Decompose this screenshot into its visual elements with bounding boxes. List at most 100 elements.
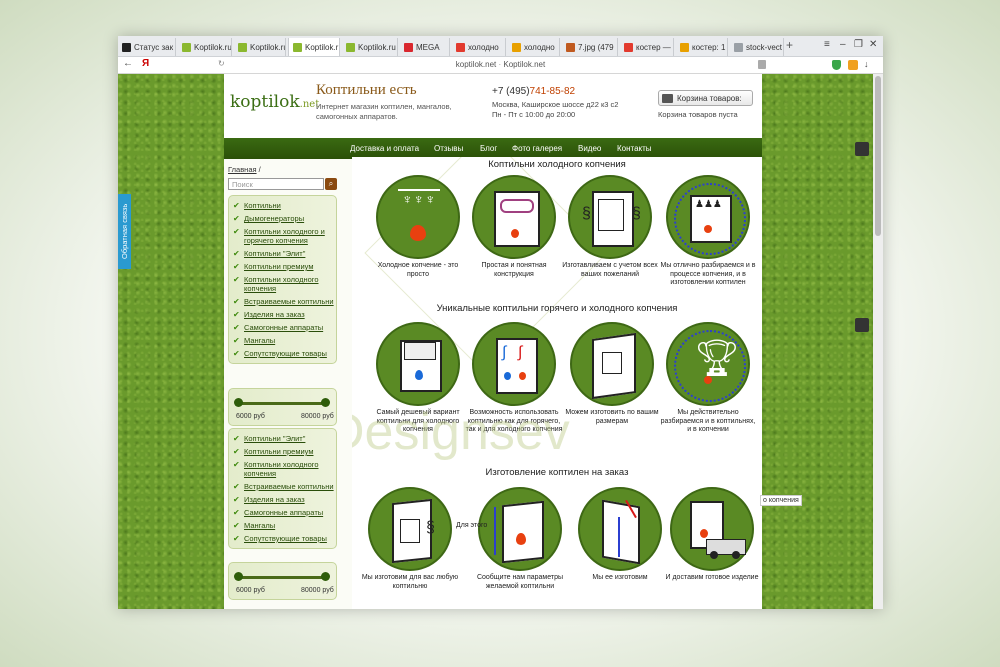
check-icon: ✔ <box>233 227 240 236</box>
feature-card: 🏆︎ Мы действительно разбираемся и в копти… <box>658 322 758 435</box>
browser-tab[interactable]: Koptilok.r <box>288 38 340 56</box>
maximize-button[interactable]: ❐ <box>854 39 863 50</box>
menu-item[interactable]: ✔ Коптильни премиум <box>231 260 334 273</box>
browser-tab[interactable]: 7.jpg (479 <box>562 38 618 56</box>
tooltip: о копчения <box>760 495 802 506</box>
check-icon: ✔ <box>233 521 240 530</box>
menu-item[interactable]: ✔ Мангалы <box>231 334 334 347</box>
menu-item[interactable]: ✔ Коптильни премиум <box>231 445 334 458</box>
menu-item[interactable]: ✔ Встраиваемые коптильни <box>231 480 334 493</box>
menu-item[interactable]: ✔ Коптильни холодного и горячего копчения <box>231 225 334 247</box>
feature-card: Можем изготовить по вашим размерам <box>562 322 662 426</box>
nav-blog[interactable]: Блог <box>480 144 497 153</box>
bookmark-side-button[interactable] <box>855 142 869 156</box>
url-text[interactable]: koptilok.net · Koptilok.net <box>118 60 883 69</box>
browser-tab-label: Koptilok.ru <box>358 42 396 52</box>
custom-size-icon <box>570 322 654 406</box>
category-menu-secondary: ✔ Коптильни "Элит" ✔ Коптильни премиум ✔ Копт… <box>228 428 337 549</box>
shield-icon[interactable] <box>832 60 841 70</box>
browser-tab[interactable]: холодно <box>508 38 560 56</box>
scrollbar-thumb[interactable] <box>875 76 881 236</box>
trophy-icon: 🏆︎ <box>666 322 750 406</box>
menu-item[interactable]: ✔ Сопутствующие товары <box>231 347 334 360</box>
menu-item[interactable]: ✔ Коптильни "Элит" <box>231 247 334 260</box>
extension-icon[interactable] <box>848 60 858 70</box>
leaf-icon <box>346 42 355 52</box>
check-icon: ✔ <box>233 495 240 504</box>
address-bar[interactable]: ← Я ↻ koptilok.net · Koptilok.net ↓ <box>118 57 883 74</box>
menu-item[interactable]: ✔ Изделия на заказ <box>231 493 334 506</box>
menu-item[interactable]: ✔ Встраиваемые коптильни <box>231 295 334 308</box>
check-icon: ✔ <box>233 460 240 469</box>
budget-smoker-icon <box>376 322 460 406</box>
nav-delivery[interactable]: Доставка и оплата <box>350 144 419 153</box>
cart-status: Корзина товаров пуста <box>658 110 738 119</box>
browser-tab[interactable]: Статус зак <box>118 38 176 56</box>
minimize-button[interactable]: – <box>840 39 846 50</box>
new-tab-button[interactable]: + <box>786 38 793 52</box>
menu-item[interactable]: ✔ Коптильни "Элит" <box>231 432 334 445</box>
nav-reviews[interactable]: Отзывы <box>434 144 463 153</box>
menu-item[interactable]: ✔ Самогонные аппараты <box>231 506 334 519</box>
check-icon: ✔ <box>233 214 240 223</box>
feedback-tab[interactable]: Обратная связь <box>118 194 131 269</box>
price-slider-min-handle[interactable] <box>234 572 243 581</box>
menu-item-label: Коптильни премиум <box>244 447 314 456</box>
price-slider-max-handle[interactable] <box>321 398 330 407</box>
phone-number[interactable]: +7 (495)741-85-82 <box>492 86 575 97</box>
browser-tab[interactable]: Koptilok.ru <box>342 38 398 56</box>
tab-bar: Статус зак Koptilok.ru Koptilok.ru Koptilok… <box>118 36 883 57</box>
price-max: 80000 руб <box>301 413 334 420</box>
nav-contacts[interactable]: Контакты <box>617 144 652 153</box>
browser-tab[interactable]: Koptilok.ru <box>178 38 232 56</box>
menu-item[interactable]: ✔ Коптильни холодного копчения <box>231 458 334 480</box>
menu-item[interactable]: ✔ Мангалы <box>231 519 334 532</box>
browser-tab[interactable]: костер — <box>620 38 674 56</box>
feature-caption: Мы ее изготовим <box>592 574 648 581</box>
check-icon: ✔ <box>233 482 240 491</box>
feature-card: § § Изготавливаем с учетом всех ваших поже… <box>560 175 660 279</box>
browser-tab[interactable]: MEGA <box>400 38 450 56</box>
menu-item[interactable]: ✔ Коптильни <box>231 199 334 212</box>
check-icon: ✔ <box>233 297 240 306</box>
price-filter: 6000 руб 80000 руб <box>228 388 337 426</box>
lock-icon[interactable] <box>758 60 766 69</box>
browser-tab[interactable]: Koptilok.ru <box>234 38 286 56</box>
search-icon: ⌕ <box>328 179 334 188</box>
menu-item[interactable]: ✔ Дымогенераторы <box>231 212 334 225</box>
yandex-images-icon <box>680 42 689 52</box>
browser-tab-label: Koptilok.ru <box>250 42 286 52</box>
price-min: 6000 руб <box>236 413 265 420</box>
browser-tab[interactable]: костер: 1 <box>676 38 728 56</box>
close-button[interactable]: ✕ <box>869 39 877 50</box>
price-slider-track[interactable] <box>238 402 326 405</box>
check-icon: ✔ <box>233 275 240 284</box>
browser-tab[interactable]: stock-vect <box>730 38 784 56</box>
search-button[interactable]: ⌕ <box>325 178 337 190</box>
shop-name: Коптильни есть <box>316 82 417 98</box>
search-input[interactable]: Поиск <box>228 178 324 190</box>
smoker-3d-icon: § <box>368 487 452 571</box>
price-slider-min-handle[interactable] <box>234 398 243 407</box>
nav-gallery[interactable]: Фото галерея <box>512 144 562 153</box>
menu-item-label: Встраиваемые коптильни <box>244 297 334 306</box>
browser-tab[interactable]: холодно <box>452 38 506 56</box>
price-max: 80000 руб <box>301 587 334 594</box>
price-slider-max-handle[interactable] <box>321 572 330 581</box>
bookmark-side-button[interactable] <box>855 318 869 332</box>
menu-item[interactable]: ✔ Сопутствующие товары <box>231 532 334 545</box>
breadcrumb-home[interactable]: Главная <box>228 165 257 174</box>
download-icon[interactable]: ↓ <box>864 59 869 69</box>
menu-item-label: Дымогенераторы <box>244 214 305 223</box>
site-logo[interactable]: koptilok.net <box>230 92 319 112</box>
cart-button[interactable]: Корзина товаров: <box>658 90 753 106</box>
menu-item[interactable]: ✔ Изделия на заказ <box>231 308 334 321</box>
menu-icon[interactable]: ≡ <box>824 39 830 50</box>
feature-caption: Сообщите нам параметры желаемой коптильн… <box>476 574 564 590</box>
smoker-box-icon <box>472 175 556 259</box>
page-viewport: Обратная связь koptilok.net Коптильни ес… <box>118 74 883 609</box>
menu-item[interactable]: ✔ Коптильни холодного копчения <box>231 273 334 295</box>
price-slider-track[interactable] <box>238 576 326 579</box>
menu-item[interactable]: ✔ Самогонные аппараты <box>231 321 334 334</box>
nav-video[interactable]: Видео <box>578 144 601 153</box>
